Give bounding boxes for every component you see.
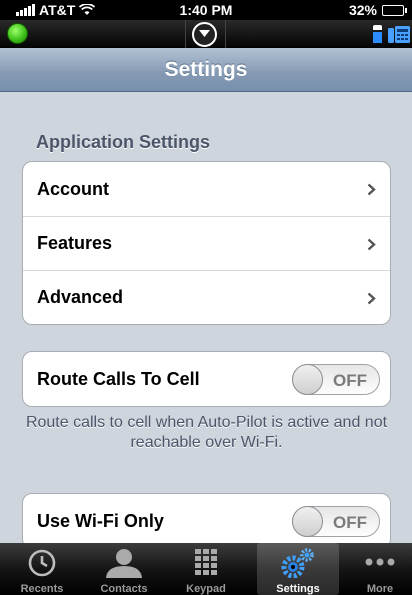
tab-keypad[interactable]: Keypad: [165, 543, 247, 595]
more-dots-icon: [365, 558, 395, 566]
toolbar-divider: [185, 20, 186, 48]
toggle-state: OFF: [333, 513, 367, 532]
toggle-knob: [292, 506, 323, 537]
settings-row-use-wifi-only: Use Wi-Fi Only OFF: [23, 494, 390, 543]
settings-content[interactable]: Application Settings Account Features Ad…: [0, 92, 412, 543]
application-settings-group: Account Features Advanced: [22, 161, 391, 325]
route-calls-group: Route Calls To Cell OFF: [22, 351, 391, 407]
settings-row-account[interactable]: Account: [23, 162, 390, 216]
battery-group: 32%: [348, 2, 407, 18]
chevron-right-icon: [367, 238, 376, 251]
tab-contacts[interactable]: Contacts: [83, 543, 165, 595]
tab-settings[interactable]: Settings: [257, 543, 339, 595]
settings-row-advanced[interactable]: Advanced: [23, 270, 390, 324]
tab-recents[interactable]: Recents: [1, 543, 83, 595]
keypad-icon: [195, 549, 217, 575]
toolbar-divider: [225, 20, 226, 48]
settings-row-route-calls-to-cell: Route Calls To Cell OFF: [23, 352, 390, 406]
gears-icon: [281, 548, 314, 578]
section-header-application-settings: Application Settings: [36, 132, 211, 152]
person-icon: [106, 549, 142, 578]
toggle-state: OFF: [333, 371, 367, 390]
tab-label: Keypad: [186, 583, 226, 595]
battery-icon: [382, 4, 407, 16]
toggle-knob: [292, 364, 323, 395]
tab-label: Recents: [20, 583, 64, 595]
tab-label: More: [366, 583, 394, 595]
row-label: Account: [37, 178, 109, 199]
wifi-only-toggle[interactable]: OFF: [292, 506, 380, 537]
tab-more[interactable]: More: [339, 543, 412, 595]
wifi-only-group: Use Wi-Fi Only OFF: [22, 493, 391, 543]
top-toolbar: [0, 20, 412, 48]
row-label: Features: [37, 233, 113, 253]
page-title: Settings: [164, 58, 248, 81]
chevron-right-icon: [367, 183, 376, 196]
route-calls-description: Route calls to cell when Auto-Pilot is a…: [25, 414, 388, 451]
battery-percent: 32%: [348, 2, 377, 18]
row-label: Use Wi-Fi Only: [37, 510, 164, 531]
mobile-phone-icon[interactable]: [373, 25, 382, 43]
status-bar: AT&T 1:40 PM 32%: [0, 0, 412, 20]
chevron-right-icon: [367, 292, 376, 305]
route-calls-toggle[interactable]: OFF: [292, 364, 380, 395]
navigation-bar: Settings: [0, 48, 412, 92]
tab-label: Settings: [276, 583, 320, 595]
clock-icon: [28, 549, 56, 577]
presence-status-icon[interactable]: [7, 23, 28, 44]
tab-bar: Recents Contacts Keypad Settings More: [0, 543, 412, 595]
settings-row-features[interactable]: Features: [23, 216, 390, 270]
chevron-down-circle-icon[interactable]: [192, 22, 217, 47]
row-label: Route Calls To Cell: [37, 368, 200, 389]
row-label: Advanced: [37, 287, 124, 307]
tab-label: Contacts: [100, 583, 148, 595]
desk-phone-icon[interactable]: [388, 26, 410, 43]
